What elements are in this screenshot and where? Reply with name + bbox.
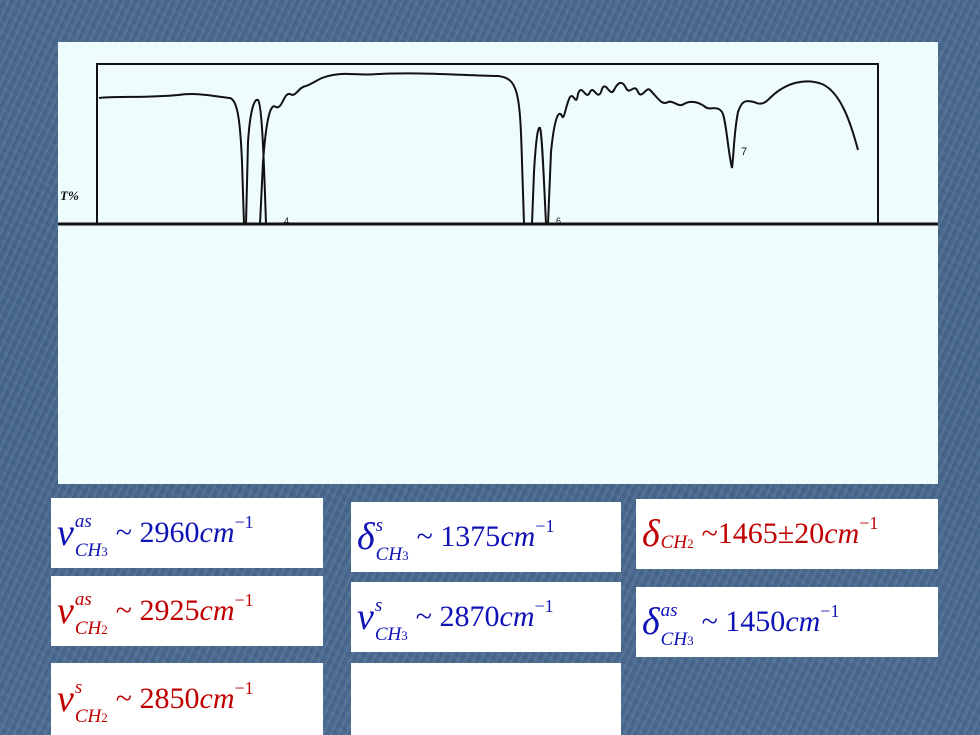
formula-indices: as CH3: [75, 512, 108, 560]
formula-indices: as CH2: [75, 590, 108, 638]
formula-superscript: s: [74, 677, 83, 698]
formula-number: ~ 1375: [416, 520, 501, 553]
formula-unit: cm: [824, 517, 860, 550]
formula-box: δ as CH3 ~ 1450cm−1: [636, 587, 938, 657]
formula-indices: s CH2: [75, 678, 108, 726]
formula-exponent: −1: [234, 512, 254, 532]
formula-exponent: −1: [535, 516, 555, 536]
formula-unit: cm: [785, 605, 821, 638]
formula-box: δ s CH3 ~ 1375cm−1: [351, 502, 621, 572]
formula-subscript-index: 3: [401, 628, 408, 643]
formula-box: ν s CH2 ~ 2850cm−1: [51, 663, 323, 735]
formula-number: ~ 2925: [115, 594, 200, 627]
peak-label: 4: [284, 216, 289, 226]
formula-subscript-group: CH: [375, 544, 403, 565]
formula-subscript: CH3: [376, 545, 409, 564]
formula-box: δ CH2 ~1465±20cm−1: [636, 499, 938, 569]
ir-spectrum: T% 4 6 7: [58, 63, 938, 226]
formula-subscript: CH3: [375, 625, 408, 644]
formula-number: ~ 1450: [701, 605, 786, 638]
formula-superscript: as: [74, 511, 92, 532]
formula-symbol: ν: [57, 512, 74, 554]
formula-exponent: −1: [234, 590, 254, 610]
formula-subscript-index: 2: [101, 710, 108, 725]
formula-subscript: CH2: [75, 619, 108, 638]
formula-symbol: δ: [357, 516, 375, 558]
formula-symbol: ν: [57, 590, 74, 632]
formula-exponent: −1: [859, 513, 879, 533]
formula-subscript-index: 3: [101, 544, 108, 559]
formula-subscript-index: 2: [101, 622, 108, 637]
formula-unit: cm: [199, 594, 235, 627]
formula-superscript: s: [374, 595, 383, 616]
spectrum-panel: T% 4 6 7: [58, 42, 938, 484]
formula-number: ~ 2960: [115, 516, 200, 549]
formula-box: ν s CH3 ~ 2870cm−1: [351, 582, 621, 652]
formula-indices: as CH3: [661, 601, 694, 649]
formula-number: ~1465±20: [701, 517, 825, 550]
formula-subscript: CH2: [661, 533, 694, 552]
formula-subscript-index: 3: [402, 548, 409, 563]
formula-exponent: −1: [820, 601, 840, 621]
formula-unit: cm: [199, 516, 235, 549]
formula-box: ν as CH3 ~ 2960cm−1: [51, 498, 323, 568]
formula-unit: cm: [199, 682, 235, 715]
formula-symbol: ν: [357, 596, 374, 638]
formula-exponent: −1: [234, 678, 254, 698]
formula-subscript: CH2: [75, 707, 108, 726]
formula-value: ~ 1375cm−1: [416, 517, 555, 554]
formula-subscript-group: CH: [74, 618, 102, 639]
formula-indices: CH2: [661, 529, 694, 552]
formula-subscript-group: CH: [660, 531, 688, 553]
formula-superscript: s: [375, 515, 384, 536]
formula-indices: s CH3: [376, 516, 409, 564]
formula-subscript: CH3: [661, 630, 694, 649]
y-axis-label: T%: [60, 188, 79, 203]
formula-subscript-index: 2: [687, 535, 694, 551]
formula-value: ~ 1450cm−1: [701, 602, 840, 639]
spectrum-frame: [96, 63, 879, 225]
formula-value: ~ 2960cm−1: [115, 513, 254, 550]
formula-subscript: CH3: [75, 541, 108, 560]
formula-superscript: as: [660, 600, 678, 621]
formula-indices: s CH3: [375, 596, 408, 644]
formula-subscript-group: CH: [374, 624, 402, 645]
formula-subscript-group: CH: [660, 629, 688, 650]
formula-value: ~ 2870cm−1: [415, 597, 554, 634]
peak-label: 7: [741, 146, 747, 158]
formula-symbol: δ: [642, 601, 660, 643]
empty-box: [351, 663, 621, 735]
formula-box: ν as CH2 ~ 2925cm−1: [51, 576, 323, 646]
formula-exponent: −1: [534, 596, 554, 616]
formula-superscript: as: [74, 589, 92, 610]
formula-unit: cm: [499, 600, 535, 633]
formula-value: ~ 2925cm−1: [115, 591, 254, 628]
formula-subscript-group: CH: [74, 706, 102, 727]
formula-number: ~ 2870: [415, 600, 500, 633]
peak-label: 6: [556, 216, 561, 226]
formula-number: ~ 2850: [115, 682, 200, 715]
formula-value: ~ 2850cm−1: [115, 679, 254, 716]
formula-subscript-group: CH: [74, 540, 102, 561]
formula-symbol: δ: [642, 513, 660, 555]
formula-subscript-index: 3: [687, 633, 694, 648]
formula-unit: cm: [500, 520, 536, 553]
formula-value: ~1465±20cm−1: [701, 514, 879, 551]
formula-symbol: ν: [57, 678, 74, 720]
